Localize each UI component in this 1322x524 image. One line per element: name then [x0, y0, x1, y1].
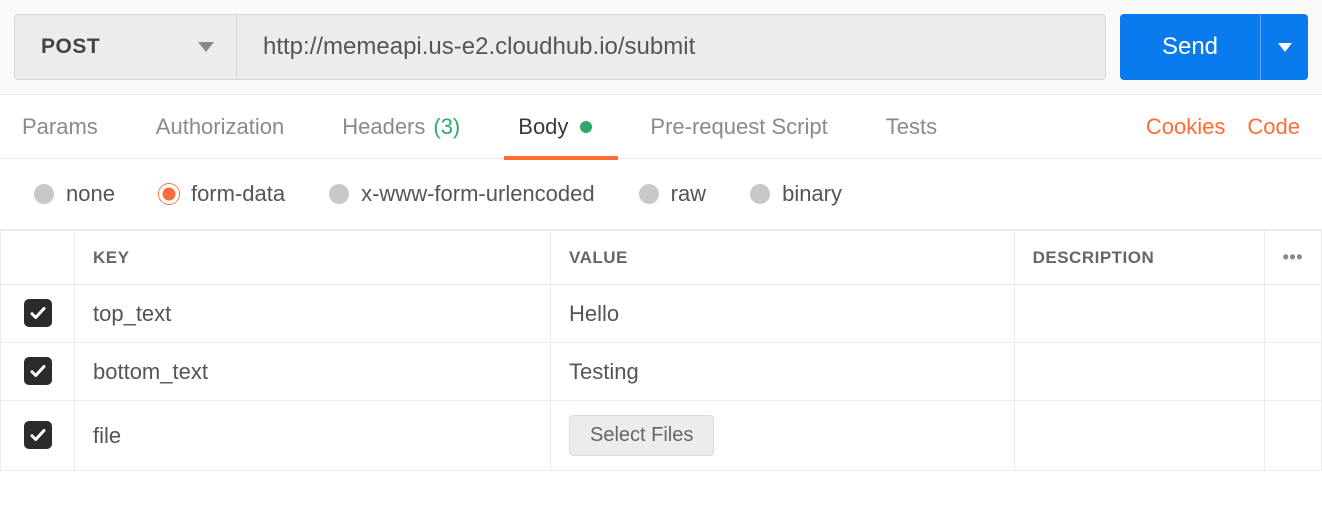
chevron-down-icon	[1278, 43, 1292, 52]
tab-params[interactable]: Params	[22, 95, 98, 159]
col-value: VALUE	[551, 231, 1015, 285]
radio-icon	[34, 184, 54, 204]
radio-none[interactable]: none	[34, 181, 115, 207]
row-key[interactable]: bottom_text	[75, 343, 551, 401]
tab-prerequest[interactable]: Pre-request Script	[650, 95, 827, 159]
row-key[interactable]: file	[75, 401, 551, 471]
col-more[interactable]: •••	[1264, 231, 1321, 285]
dot-indicator-icon	[580, 121, 592, 133]
table-row: bottom_textTesting	[1, 343, 1322, 401]
method-select[interactable]: POST	[14, 14, 237, 80]
tab-body[interactable]: Body	[518, 95, 592, 159]
send-dropdown-button[interactable]	[1260, 14, 1308, 80]
method-label: POST	[41, 35, 100, 59]
radio-label: raw	[671, 181, 706, 207]
form-data-table: KEY VALUE DESCRIPTION ••• top_textHellob…	[0, 230, 1322, 471]
col-key: KEY	[75, 231, 551, 285]
tab-label: Pre-request Script	[650, 114, 827, 140]
radio-icon	[159, 184, 179, 204]
tab-tests[interactable]: Tests	[886, 95, 937, 159]
request-tabs: Params Authorization Headers (3) Body Pr…	[0, 95, 1322, 159]
row-more	[1264, 285, 1321, 343]
tab-label: Headers	[342, 114, 425, 140]
select-files-button[interactable]: Select Files	[569, 415, 714, 456]
headers-count: (3)	[433, 114, 460, 140]
table-row: file Select Files	[1, 401, 1322, 471]
tab-label: Authorization	[156, 114, 284, 140]
row-value[interactable]: Select Files	[551, 401, 1015, 471]
tab-label: Body	[518, 114, 568, 140]
row-description[interactable]	[1014, 285, 1264, 343]
body-type-selector: none form-data x-www-form-urlencoded raw…	[0, 159, 1322, 230]
radio-label: binary	[782, 181, 842, 207]
col-check	[1, 231, 75, 285]
col-description: DESCRIPTION	[1014, 231, 1264, 285]
radio-icon	[329, 184, 349, 204]
row-key[interactable]: top_text	[75, 285, 551, 343]
send-group: Send	[1120, 14, 1308, 80]
row-more	[1264, 401, 1321, 471]
row-value[interactable]: Testing	[551, 343, 1015, 401]
radio-label: form-data	[191, 181, 285, 207]
row-description[interactable]	[1014, 401, 1264, 471]
cookies-link[interactable]: Cookies	[1146, 114, 1225, 140]
checkbox-icon	[24, 357, 52, 385]
row-value[interactable]: Hello	[551, 285, 1015, 343]
method-url-group: POST	[14, 14, 1106, 80]
radio-label: x-www-form-urlencoded	[361, 181, 595, 207]
ellipsis-icon: •••	[1283, 247, 1303, 267]
tab-authorization[interactable]: Authorization	[156, 95, 284, 159]
checkbox-icon	[24, 421, 52, 449]
row-description[interactable]	[1014, 343, 1264, 401]
radio-icon	[639, 184, 659, 204]
url-input[interactable]	[237, 14, 1106, 80]
row-checkbox-cell[interactable]	[1, 401, 75, 471]
tab-label: Params	[22, 114, 98, 140]
radio-x-www-form-urlencoded[interactable]: x-www-form-urlencoded	[329, 181, 595, 207]
table-row: top_textHello	[1, 285, 1322, 343]
radio-form-data[interactable]: form-data	[159, 181, 285, 207]
radio-raw[interactable]: raw	[639, 181, 706, 207]
send-button[interactable]: Send	[1120, 14, 1260, 80]
tab-label: Tests	[886, 114, 937, 140]
request-bar: POST Send	[0, 0, 1322, 95]
row-checkbox-cell[interactable]	[1, 343, 75, 401]
chevron-down-icon	[198, 42, 214, 52]
row-checkbox-cell[interactable]	[1, 285, 75, 343]
checkbox-icon	[24, 299, 52, 327]
radio-binary[interactable]: binary	[750, 181, 842, 207]
radio-icon	[750, 184, 770, 204]
row-more	[1264, 343, 1321, 401]
tab-headers[interactable]: Headers (3)	[342, 95, 460, 159]
code-link[interactable]: Code	[1247, 114, 1300, 140]
radio-label: none	[66, 181, 115, 207]
